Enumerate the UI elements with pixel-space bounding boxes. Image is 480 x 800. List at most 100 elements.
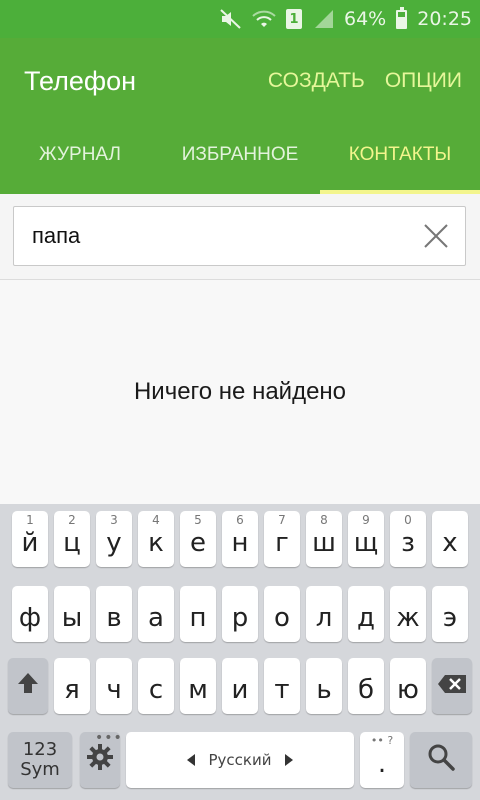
app-title: Телефон	[24, 65, 137, 96]
letter-key[interactable]: 8ш	[306, 511, 342, 567]
key-hint: 1	[26, 513, 34, 527]
letter-key[interactable]: ч	[96, 658, 132, 714]
search-input-value[interactable]: папа	[32, 223, 407, 249]
letter-key[interactable]: ж	[390, 586, 426, 642]
key-hint: 2	[68, 513, 76, 527]
clock: 20:25	[417, 8, 472, 30]
letter-key[interactable]: ы	[54, 586, 90, 642]
letter-key[interactable]: 7г	[264, 511, 300, 567]
key-label: й	[21, 528, 39, 558]
letter-key[interactable]: с	[138, 658, 174, 714]
letter-key[interactable]: т	[264, 658, 300, 714]
key-label: п	[189, 603, 207, 633]
key-label: ж	[396, 603, 420, 633]
key-label: щ	[353, 528, 379, 558]
letter-key[interactable]: м	[180, 658, 216, 714]
close-icon[interactable]	[407, 207, 465, 265]
letter-key[interactable]: 1й	[12, 511, 48, 567]
letter-key[interactable]: 3у	[96, 511, 132, 567]
search-area: папа	[0, 194, 480, 280]
empty-state: Ничего не найдено	[0, 280, 480, 504]
letter-key[interactable]: 4к	[138, 511, 174, 567]
keyboard: 1й2ц3у4к5е6н7г8ш9щ0зх фывапролджэ ячсмит…	[0, 504, 480, 800]
battery-icon	[396, 6, 408, 29]
key-label: л	[315, 603, 333, 633]
space-key-label: Русский	[208, 751, 272, 769]
key-hint: 9	[362, 513, 370, 527]
key-hint: 7	[278, 513, 286, 527]
sym-key[interactable]: 123 Sym	[8, 732, 72, 788]
app-bar: Телефон СОЗДАТЬ ОПЦИИ	[0, 38, 480, 124]
key-label: х	[442, 528, 458, 558]
period-label: .	[377, 749, 387, 779]
letter-key[interactable]: х	[432, 511, 468, 567]
shift-key[interactable]	[8, 658, 48, 714]
letter-key[interactable]: ь	[306, 658, 342, 714]
key-label: к	[148, 528, 164, 558]
key-label: и	[231, 675, 249, 705]
letter-key[interactable]: б	[348, 658, 384, 714]
signal-icon	[312, 9, 334, 29]
key-label: м	[188, 675, 208, 705]
letter-key[interactable]: д	[348, 586, 384, 642]
letter-key[interactable]: я	[54, 658, 90, 714]
gear-icon	[86, 743, 114, 778]
key-label: я	[64, 675, 80, 705]
letter-key[interactable]: л	[306, 586, 342, 642]
key-label: ь	[316, 675, 332, 705]
letter-key[interactable]: а	[138, 586, 174, 642]
key-label: о	[274, 603, 290, 633]
letter-key[interactable]: р	[222, 586, 258, 642]
shift-icon	[16, 671, 40, 702]
key-label: ф	[18, 603, 42, 633]
battery-percent: 64%	[344, 8, 387, 30]
key-label: т	[274, 675, 290, 705]
key-hint: 3	[110, 513, 118, 527]
search-key[interactable]	[410, 732, 472, 788]
key-hint: 4	[152, 513, 160, 527]
period-hint: •• ?	[370, 734, 394, 747]
search-icon	[427, 743, 455, 778]
key-label: з	[401, 528, 415, 558]
letter-key[interactable]: п	[180, 586, 216, 642]
letter-key[interactable]: ф	[12, 586, 48, 642]
letter-key[interactable]: 9щ	[348, 511, 384, 567]
letter-key[interactable]: ю	[390, 658, 426, 714]
key-label: ч	[106, 675, 122, 705]
backspace-key[interactable]	[432, 658, 472, 714]
letter-key[interactable]: и	[222, 658, 258, 714]
key-label: э	[442, 603, 458, 633]
letter-key[interactable]: 5е	[180, 511, 216, 567]
key-hint: 6	[236, 513, 244, 527]
settings-key[interactable]: •••	[80, 730, 123, 788]
wifi-icon	[252, 9, 276, 29]
letter-key[interactable]: э	[432, 586, 468, 642]
letter-key[interactable]: 0з	[390, 511, 426, 567]
tab-contacts[interactable]: КОНТАКТЫ	[320, 124, 480, 194]
key-label: д	[357, 603, 375, 633]
period-key[interactable]: •• ? .	[360, 732, 404, 788]
letter-key[interactable]: о	[264, 586, 300, 642]
key-label: ш	[312, 528, 336, 558]
search-input[interactable]: папа	[13, 206, 466, 266]
empty-message: Ничего не найдено	[133, 378, 347, 405]
tab-favorites[interactable]: ИЗБРАННОЕ	[160, 124, 320, 194]
more-dots-icon: •••	[95, 730, 123, 746]
key-label: б	[357, 675, 375, 705]
sim-icon: 1	[286, 9, 302, 29]
tab-log[interactable]: ЖУРНАЛ	[0, 124, 160, 194]
key-label: ю	[397, 675, 419, 705]
letter-key[interactable]: в	[96, 586, 132, 642]
letter-key[interactable]: 2ц	[54, 511, 90, 567]
key-label: р	[231, 603, 249, 633]
key-hint: 8	[320, 513, 328, 527]
letter-key[interactable]: 6н	[222, 511, 258, 567]
create-button[interactable]: СОЗДАТЬ	[268, 69, 365, 93]
key-label: с	[148, 675, 164, 705]
arrow-left-icon	[186, 754, 195, 766]
status-bar: 1 64% 20:25	[0, 0, 480, 38]
key-label: ы	[61, 603, 83, 633]
key-label: в	[106, 603, 122, 633]
space-key[interactable]: Русский	[126, 732, 354, 788]
options-button[interactable]: ОПЦИИ	[385, 69, 462, 93]
